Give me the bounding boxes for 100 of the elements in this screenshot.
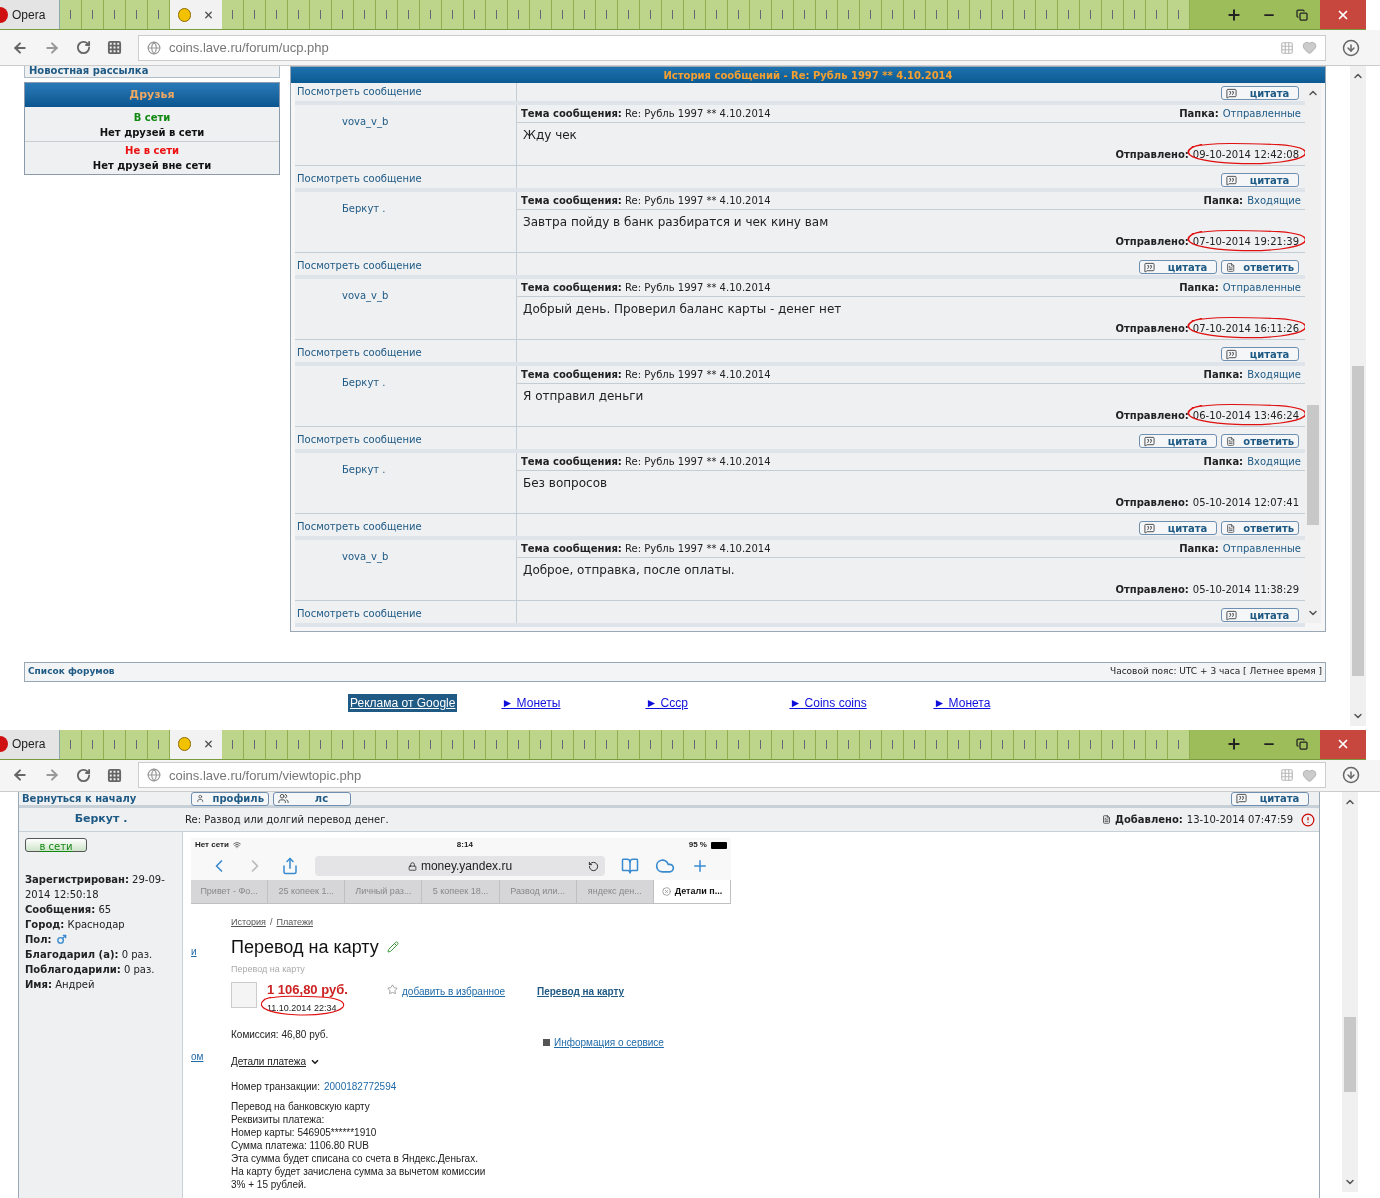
active-tab[interactable] [170,0,222,29]
folder-link[interactable]: Входящие [1247,367,1302,382]
speech-bubble-icon [1144,522,1156,534]
author-link[interactable]: vova_v_b [342,116,389,127]
heart-icon[interactable] [1302,40,1317,55]
restore-icon[interactable] [1296,8,1308,21]
added-date: 13-10-2014 07:47:59 [1186,813,1293,827]
friends-title: Друзья [25,83,279,107]
share-icon[interactable] [281,857,299,875]
back-icon[interactable] [12,39,28,56]
restore-icon[interactable] [1296,738,1308,751]
quote-button[interactable]: цитата [1221,173,1300,187]
scrollbar[interactable] [1305,83,1321,623]
bookmarks-icon[interactable] [621,857,639,875]
transfer-type-link[interactable]: Перевод на карту [537,984,625,1015]
breadcrumb-link[interactable]: Платежи [276,916,313,930]
payment-details-toggle[interactable]: Детали платежа [231,1054,306,1069]
breadcrumb-link[interactable]: История [231,916,266,930]
view-message-link[interactable]: Посмотреть сообщение [297,519,422,534]
scrollbar-thumb[interactable] [1307,405,1319,525]
scrollbar-thumb[interactable] [1352,366,1364,676]
reply-button[interactable]: ответить [1221,434,1300,448]
reply-button[interactable]: ответить [1221,260,1300,274]
forward-icon[interactable] [44,767,60,784]
active-tab[interactable] [170,729,222,759]
author-link[interactable]: Беркут . [342,464,386,475]
quote-button[interactable]: цитата [1139,434,1218,448]
smiley-icon [178,7,191,22]
tab-strip-drawing[interactable] [60,729,170,759]
close-tab-icon[interactable] [661,887,671,896]
favorite-link[interactable]: добавить в избранное [402,984,506,999]
sent-label: Отправлено: [1115,583,1189,597]
author-link[interactable]: vova_v_b [342,290,389,301]
download-icon[interactable] [1342,766,1360,785]
opera-menu-button[interactable]: Opera [0,729,60,759]
forward-icon[interactable] [44,39,60,56]
quote-button[interactable]: цитата [1139,260,1218,274]
reply-button[interactable]: ответить [1221,521,1300,535]
author-link[interactable]: Беркут . [342,377,386,388]
wifi-icon [232,841,241,849]
message-body: Доброе, отправка, после оплаты. [523,562,736,579]
document-icon [1226,522,1236,534]
scrollbar[interactable] [1342,792,1358,1192]
view-message-link[interactable]: Посмотреть сообщение [297,171,422,186]
ad-link[interactable]: ► Монеты [501,694,602,712]
opera-menu-button[interactable]: Opera [0,0,60,29]
report-icon[interactable] [1301,812,1315,827]
online-status-button[interactable]: в сети [25,838,87,852]
url-field[interactable]: coins.lave.ru/forum/viewtopic.php [138,762,1326,789]
folder-link[interactable]: Отправленные [1222,280,1302,295]
view-message-link[interactable]: Посмотреть сообщение [297,606,422,621]
google-ads-label: Реклама от Google [348,694,458,712]
message-body: Завтра пойду в банк разбиратся и чек кину вам [523,214,830,231]
quote-button[interactable]: цитата [1221,347,1300,361]
quote-button[interactable]: цитата [1221,608,1300,622]
folder-link[interactable]: Отправленные [1222,541,1302,556]
url-field[interactable]: coins.lave.ru/forum/ucp.php [138,34,1326,61]
document-icon [1226,435,1236,447]
reload-icon[interactable] [76,40,91,55]
safari-tab[interactable]: Детали п... [653,880,731,903]
service-info-link[interactable]: Информация о сервисе [554,1035,664,1050]
heart-icon[interactable] [1302,767,1317,783]
view-message-link[interactable]: Посмотреть сообщение [297,432,422,447]
folder-link[interactable]: Входящие [1247,193,1302,208]
view-message-link[interactable]: Посмотреть сообщение [297,84,422,99]
star-icon[interactable] [387,984,398,995]
scrollbar[interactable] [1350,66,1366,726]
safari-url-field[interactable]: money.yandex.ru [315,856,605,876]
reload-icon[interactable] [588,860,599,872]
lock-icon [407,861,417,871]
quote-button[interactable]: цитата [1221,86,1300,100]
post-author: Беркут . [73,811,129,828]
author-link[interactable]: vova_v_b [342,551,389,562]
newsletter-link[interactable]: Новостная рассылка [29,66,149,77]
close-window-button[interactable] [1320,0,1366,29]
view-message-link[interactable]: Посмотреть сообщение [297,345,422,360]
reload-icon[interactable] [76,767,91,783]
ad-link[interactable]: ► Coins coins [789,694,890,712]
quote-button[interactable]: цитата [1139,521,1218,535]
folder-link[interactable]: Отправленные [1222,106,1302,121]
back-icon[interactable] [12,767,28,784]
author-link[interactable]: Беркут . [342,203,386,214]
speed-dial-icon[interactable] [107,40,122,55]
download-icon[interactable] [1342,38,1360,57]
new-tab-icon[interactable] [1226,6,1242,23]
cloud-icon[interactable] [655,856,675,876]
carrier-text: Нет сети [195,839,229,851]
view-message-link[interactable]: Посмотреть сообщение [297,258,422,273]
scrollbar-thumb[interactable] [1344,1017,1356,1092]
commission-text: Комиссия: 46,80 руб. [231,1028,330,1042]
forums-list-link[interactable]: Список форумов [28,665,115,679]
ad-link[interactable]: ► Ссср [645,694,746,712]
speed-dial-icon[interactable] [107,767,122,783]
close-window-button[interactable] [1320,729,1366,759]
friends-note: Нет друзей вне сети [92,159,212,173]
transaction-id-link[interactable]: 2000182772594 [324,1079,397,1094]
ad-link[interactable]: ► Монета [933,694,1034,712]
folder-link[interactable]: Входящие [1247,454,1302,469]
sent-label: Отправлено: [1115,496,1189,510]
back-to-top-link[interactable]: Вернуться к началу [19,791,191,806]
